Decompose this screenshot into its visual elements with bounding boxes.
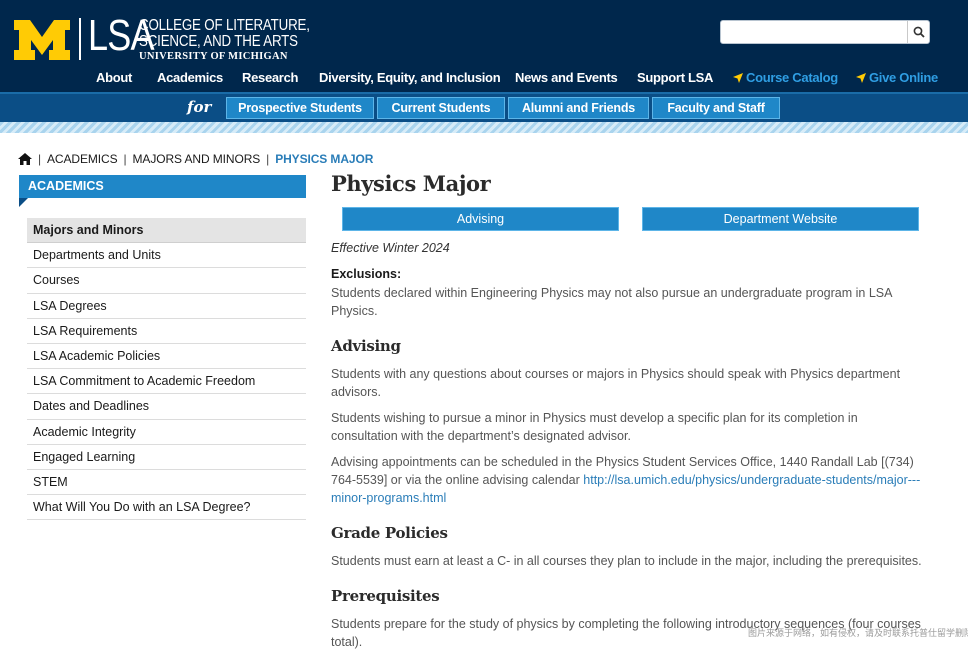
breadcrumb: | ACADEMICS | MAJORS AND MINORS | PHYSIC… xyxy=(18,151,373,167)
effective-term: Effective Winter 2024 xyxy=(331,241,450,255)
breadcrumb-majors-minors[interactable]: MAJORS AND MINORS xyxy=(133,152,261,166)
sidebar-item-stem[interactable]: STEM xyxy=(27,470,306,496)
advising-paragraph-3: Advising appointments can be scheduled i… xyxy=(331,453,931,507)
advising-line: 764-5539] or via the online advising cal… xyxy=(331,471,931,489)
exclusions-line: Students declared within Engineering Phy… xyxy=(331,286,893,300)
logo-divider xyxy=(79,18,81,60)
arrow-icon xyxy=(733,73,743,83)
nav-about[interactable]: About xyxy=(96,70,132,85)
give-online-label: Give Online xyxy=(869,70,938,85)
advising-line: Students with any questions about course… xyxy=(331,367,901,381)
nav-support-lsa[interactable]: Support LSA xyxy=(637,70,713,85)
breadcrumb-separator: | xyxy=(38,152,42,166)
sidebar-item-dates[interactable]: Dates and Deadlines xyxy=(27,394,306,420)
nav-news-events[interactable]: News and Events xyxy=(515,70,618,85)
advising-text: 764-5539] or via the online advising cal… xyxy=(331,473,584,487)
sidebar-item-majors-minors[interactable]: Majors and Minors xyxy=(27,218,306,244)
decorative-stripes xyxy=(0,122,968,133)
breadcrumb-separator: | xyxy=(123,152,127,166)
nav-research[interactable]: Research xyxy=(242,70,298,85)
watermark: 图片来源于网络，如有侵权，请及时联系托普仕留学删除 xyxy=(748,628,968,638)
home-icon[interactable] xyxy=(18,153,32,165)
sidebar-item-engaged-learning[interactable]: Engaged Learning xyxy=(27,445,306,470)
audience-bar: for Prospective Students Current Student… xyxy=(0,92,968,122)
nav-course-catalog[interactable]: Course Catalog xyxy=(733,70,838,85)
breadcrumb-separator: | xyxy=(266,152,270,166)
nav-give-online[interactable]: Give Online xyxy=(856,70,938,85)
audience-current-students[interactable]: Current Students xyxy=(377,97,505,119)
search-box xyxy=(720,20,930,44)
exclusions-line: Physics. xyxy=(331,304,378,318)
advising-calendar-link[interactable]: http://lsa.umich.edu/physics/undergradua… xyxy=(583,473,920,487)
grade-policies-heading: Grade Policies xyxy=(331,524,448,542)
audience-prospective-students[interactable]: Prospective Students xyxy=(226,97,374,119)
department-website-button[interactable]: Department Website xyxy=(642,207,919,231)
sidebar-heading[interactable]: ACADEMICS xyxy=(19,175,306,198)
site-header: LSA COLLEGE OF LITERATURE, SCIENCE, AND … xyxy=(0,0,968,92)
sidebar-nav: Majors and Minors Departments and Units … xyxy=(27,218,306,521)
breadcrumb-academics[interactable]: ACADEMICS xyxy=(47,152,118,166)
sidebar-item-integrity[interactable]: Academic Integrity xyxy=(27,420,306,445)
sidebar-item-courses[interactable]: Courses xyxy=(27,268,306,294)
advising-heading: Advising xyxy=(331,337,401,355)
search-button[interactable] xyxy=(907,21,929,43)
advising-button[interactable]: Advising xyxy=(342,207,619,231)
college-name-line2: SCIENCE, AND THE ARTS xyxy=(139,33,298,50)
advising-line: Students wishing to pursue a minor in Ph… xyxy=(331,411,858,425)
advising-line: Advising appointments can be scheduled i… xyxy=(331,455,914,469)
breadcrumb-current: PHYSICS MAJOR xyxy=(275,152,374,166)
sidebar-heading-fold xyxy=(19,198,28,207)
for-label: for xyxy=(187,98,212,116)
university-name: UNIVERSITY OF MICHIGAN xyxy=(139,51,288,62)
advising-line: minor-programs.html xyxy=(331,489,931,507)
exclusions-label: Exclusions: xyxy=(331,267,402,281)
advising-line: consultation with the department’s desig… xyxy=(331,429,631,443)
advising-calendar-link-cont[interactable]: minor-programs.html xyxy=(331,491,446,505)
prerequisites-heading: Prerequisites xyxy=(331,587,440,605)
search-input[interactable] xyxy=(721,21,907,43)
college-name-line1: COLLEGE OF LITERATURE, xyxy=(139,17,310,34)
sidebar-item-requirements[interactable]: LSA Requirements xyxy=(27,319,306,344)
exclusions-text: Students declared within Engineering Phy… xyxy=(331,284,931,320)
advising-paragraph-1: Students with any questions about course… xyxy=(331,365,931,401)
nav-diversity[interactable]: Diversity, Equity, and Inclusion xyxy=(319,70,501,85)
page-title: Physics Major xyxy=(331,171,491,196)
audience-faculty-staff[interactable]: Faculty and Staff xyxy=(652,97,780,119)
sidebar-item-academic-freedom[interactable]: LSA Commitment to Academic Freedom xyxy=(27,369,306,395)
sidebar-item-departments[interactable]: Departments and Units xyxy=(27,243,306,269)
arrow-icon xyxy=(856,73,866,83)
college-name: COLLEGE OF LITERATURE, SCIENCE, AND THE … xyxy=(139,18,310,50)
sidebar-item-degrees[interactable]: LSA Degrees xyxy=(27,294,306,319)
nav-academics[interactable]: Academics xyxy=(157,70,223,85)
grade-policies-text: Students must earn at least a C- in all … xyxy=(331,554,922,568)
advising-paragraph-2: Students wishing to pursue a minor in Ph… xyxy=(331,409,931,445)
sidebar-item-lsa-degree-future[interactable]: What Will You Do with an LSA Degree? xyxy=(27,495,306,521)
sidebar-item-policies[interactable]: LSA Academic Policies xyxy=(27,344,306,370)
course-catalog-label: Course Catalog xyxy=(746,70,838,85)
search-icon xyxy=(913,26,925,38)
advising-line: advisors. xyxy=(331,385,382,399)
audience-alumni-friends[interactable]: Alumni and Friends xyxy=(508,97,649,119)
block-m-logo-icon[interactable] xyxy=(14,20,70,60)
